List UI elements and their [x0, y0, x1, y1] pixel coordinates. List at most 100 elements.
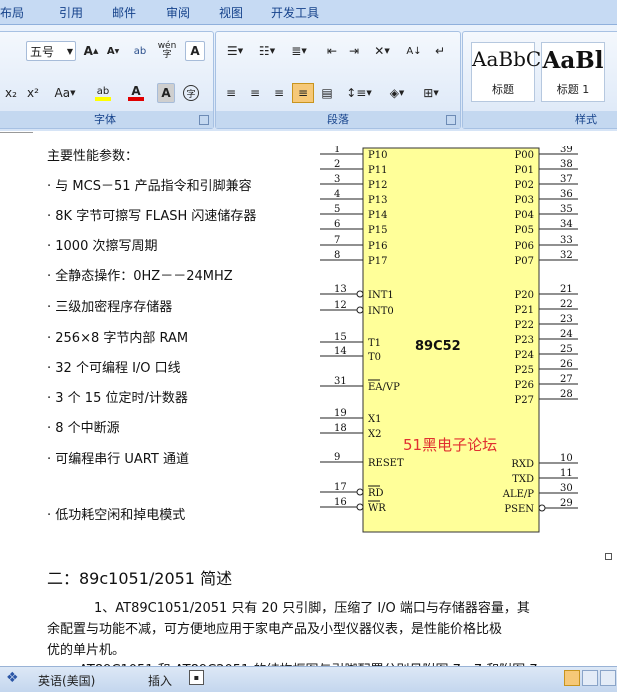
shading-button[interactable]: ◈ ▼ — [382, 83, 412, 103]
pin-number: 3 — [334, 174, 340, 185]
view-print-layout-icon[interactable] — [564, 670, 580, 686]
pin-label: P00 — [515, 150, 534, 161]
pin-number: 21 — [560, 284, 573, 295]
pin-label: T1 — [368, 338, 381, 349]
tab-mailings[interactable]: 邮件 — [112, 4, 136, 21]
font-size-select[interactable]: 五号 ▼ — [26, 41, 76, 61]
change-case-button[interactable]: Aa ▼ — [51, 83, 79, 103]
numbering-button[interactable]: ☷ ▼ — [252, 41, 282, 61]
pin-label: RXD — [511, 459, 534, 470]
char-shading-button[interactable]: A — [157, 83, 175, 103]
align-center-button[interactable]: ≡ — [244, 83, 266, 103]
pin-number: 36 — [560, 189, 573, 200]
pin-number: 1 — [334, 146, 340, 155]
style-title[interactable]: AaBbC 标题 — [471, 42, 542, 102]
tab-review[interactable]: 审阅 — [166, 4, 190, 21]
pin-label: P21 — [515, 305, 534, 316]
language-indicator[interactable]: 英语(美国) — [38, 672, 95, 689]
bullets-button[interactable]: ☰ ▼ — [220, 41, 250, 61]
macro-record-icon[interactable]: ▪ — [189, 670, 204, 685]
pin-number: 9 — [334, 452, 340, 463]
pin-number: 35 — [560, 204, 573, 215]
view-web-icon[interactable] — [600, 670, 616, 686]
corner-handle-icon[interactable] — [605, 553, 612, 560]
pin-label: X1 — [368, 414, 381, 425]
pin-label: INT0 — [368, 306, 394, 317]
pin-number: 10 — [560, 453, 573, 464]
pin-number: 5 — [334, 204, 340, 215]
chevron-down-icon: ▼ — [70, 89, 76, 97]
align-right-button[interactable]: ≡ — [268, 83, 290, 103]
enclose-characters-button[interactable]: 字 — [181, 83, 201, 103]
tab-layout[interactable]: 布局 — [0, 4, 24, 21]
pin-number: 39 — [560, 146, 573, 155]
font-color-label: A — [131, 84, 141, 98]
font-color-bar — [128, 97, 144, 101]
pin-number: 17 — [334, 482, 347, 493]
shrink-font-button[interactable]: A ▼ — [103, 41, 123, 61]
pin-label: P25 — [515, 365, 534, 376]
phonetic-guide-button[interactable]: wén 字 — [155, 41, 179, 61]
grow-font-button[interactable]: A ▲ — [81, 41, 101, 61]
feature-item: · 256×8 字节内部 RAM — [47, 331, 189, 346]
pin-label: RD — [368, 488, 384, 499]
pin-number: 38 — [560, 159, 573, 170]
chip-pinout-diagram: 89C52 51黑电子论坛 1 P10 2 P11 3 P12 4 P13 5 P14 6 P15 7 P… — [320, 146, 578, 533]
highlight-color-bar — [95, 96, 111, 101]
pin-number: 18 — [334, 423, 347, 434]
pin-number: 15 — [334, 332, 347, 343]
superscript-button[interactable]: x² — [24, 83, 42, 103]
tab-references[interactable]: 引用 — [59, 4, 83, 21]
justify-button[interactable]: ≡ — [292, 83, 314, 103]
paragraph-group-label: 段落 — [216, 111, 460, 128]
highlight-button[interactable]: ab — [87, 83, 119, 103]
pin-number: 6 — [334, 219, 340, 230]
pin-label: ALE/P — [502, 489, 535, 500]
pin-label: P16 — [368, 241, 387, 252]
view-reading-icon[interactable] — [582, 670, 598, 686]
pin-label: P04 — [515, 210, 534, 221]
sort-button[interactable]: A↓ — [404, 41, 424, 61]
pin-number: 29 — [560, 498, 573, 509]
align-left-button[interactable]: ≡ — [220, 83, 242, 103]
show-marks-button[interactable]: ↵ — [430, 41, 450, 61]
highlight-label: ab — [96, 85, 110, 97]
style-heading-1[interactable]: AaBl 标题 1 — [541, 42, 605, 102]
style-heading1-name: 标题 1 — [556, 83, 590, 96]
char-border-button[interactable]: A — [185, 41, 205, 61]
pin-number: 12 — [334, 300, 347, 311]
pin-label: P15 — [368, 225, 387, 236]
distributed-button[interactable]: ▤ — [316, 83, 338, 103]
pin-number: 28 — [560, 389, 573, 400]
pin-label: P02 — [515, 180, 534, 191]
feature-item: · 1000 次擦写周期 — [47, 239, 158, 254]
pin-number: 26 — [560, 359, 573, 370]
change-case-label: Aa — [54, 86, 71, 100]
borders-button[interactable]: ⊞ ▼ — [416, 83, 446, 103]
insert-mode-indicator[interactable]: 插入 — [148, 672, 172, 689]
tab-view[interactable]: 视图 — [219, 4, 243, 21]
style-title-sample: AaBbC — [472, 47, 542, 71]
chip-watermark: 51黑电子论坛 — [403, 436, 497, 454]
paragraph-line: 优的单片机。 — [47, 643, 126, 658]
tab-developer[interactable]: 开发工具 — [271, 4, 319, 21]
subscript-button[interactable]: x₂ — [2, 83, 20, 103]
chevron-down-icon: ▼ — [237, 47, 244, 55]
chip-name: 89C52 — [415, 339, 461, 354]
font-dialog-launcher-icon[interactable] — [199, 115, 209, 125]
document-page[interactable]: 主要性能参数： · 与 MCS－51 产品指令和引脚兼容 · 8K 字节可擦写 … — [0, 132, 617, 678]
line-spacing-button[interactable]: ↕≡ ▼ — [344, 83, 374, 103]
pin-number: 24 — [560, 329, 573, 340]
decrease-indent-button[interactable]: ⇤ — [322, 41, 342, 61]
increase-indent-button[interactable]: ⇥ — [344, 41, 364, 61]
font-size-value: 五号 — [30, 44, 55, 59]
pin-number: 14 — [334, 346, 347, 357]
style-heading1-sample: AaBl — [542, 47, 604, 74]
font-color-button[interactable]: A — [121, 83, 151, 103]
clear-format-button[interactable]: ab — [129, 41, 151, 61]
multilevel-list-button[interactable]: ≣ ▼ — [284, 41, 314, 61]
asian-layout-button[interactable]: ✕ ▼ — [368, 41, 396, 61]
paragraph-dialog-launcher-icon[interactable] — [446, 115, 456, 125]
feature-item: · 可编程串行 UART 通道 — [47, 452, 189, 467]
pin-number: 11 — [560, 468, 573, 479]
